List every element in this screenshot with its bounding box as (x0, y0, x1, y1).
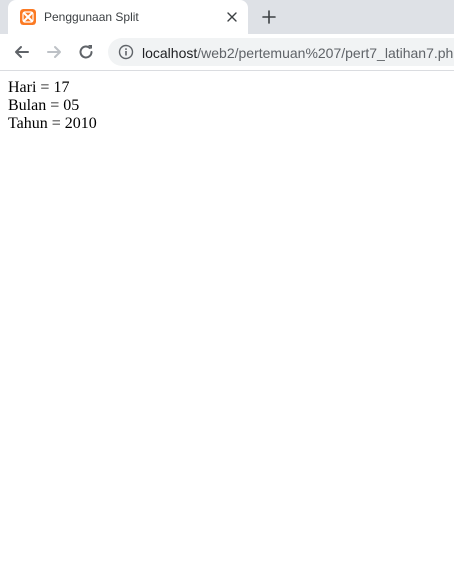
plus-icon (262, 10, 276, 24)
browser-toolbar: localhost/web2/pertemuan%207/pert7_latih… (0, 34, 454, 71)
page-content: Hari = 17 Bulan = 05 Tahun = 2010 (0, 71, 454, 578)
tab-title: Penggunaan Split (44, 10, 139, 24)
xampp-icon (20, 9, 36, 25)
new-tab-button[interactable] (259, 7, 279, 27)
close-icon[interactable] (224, 9, 240, 25)
url-text: localhost/web2/pertemuan%207/pert7_latih… (142, 45, 454, 61)
output-line-tahun: Tahun = 2010 (8, 115, 97, 132)
tab-active[interactable]: Penggunaan Split (8, 0, 248, 34)
url-host: localhost (142, 45, 198, 61)
url-path: /web2/pertemuan%207/pert7_latihan7.php (197, 45, 454, 61)
info-icon[interactable] (118, 44, 134, 60)
reload-icon (79, 45, 93, 59)
address-bar[interactable]: localhost/web2/pertemuan%207/pert7_latih… (108, 38, 454, 66)
tab-strip: Penggunaan Split (0, 0, 454, 34)
forward-button[interactable] (42, 40, 66, 64)
output-line-bulan: Bulan = 05 (8, 97, 80, 114)
forward-arrow-icon (47, 46, 61, 58)
browser-window: Penggunaan Split localhost/web2/pertemua… (0, 0, 454, 578)
split-output: Hari = 17 Bulan = 05 Tahun = 2010 (8, 79, 97, 133)
reload-button[interactable] (74, 40, 98, 64)
back-button[interactable] (10, 40, 34, 64)
output-line-hari: Hari = 17 (8, 79, 70, 96)
back-arrow-icon (15, 46, 29, 58)
